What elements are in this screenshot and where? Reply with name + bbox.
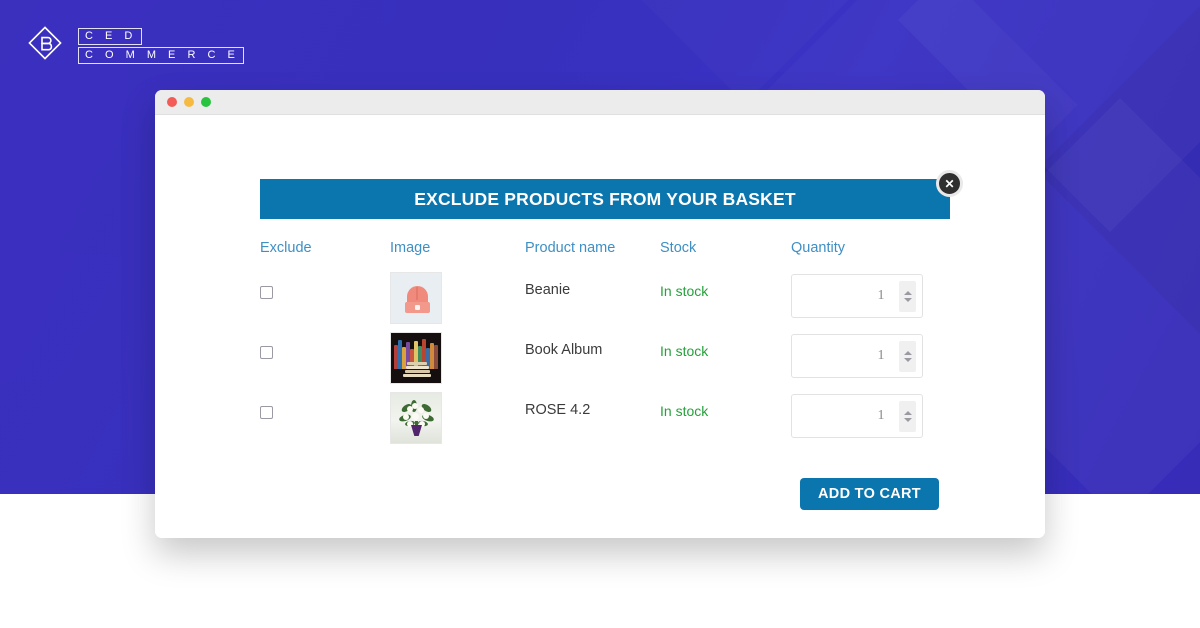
exclude-checkbox[interactable] xyxy=(260,346,273,359)
stock-status: In stock xyxy=(660,403,709,419)
quantity-stepper[interactable] xyxy=(791,274,986,318)
screenshot-stage: C E D C O M M E R C E EXCLUDE PRODUCTS F… xyxy=(0,0,1200,628)
chevron-down-icon[interactable] xyxy=(903,358,912,362)
table-row: Book Album In stock xyxy=(260,326,986,386)
products-table: Exclude Image Product name Stock Quantit… xyxy=(260,230,986,446)
table-row: Beanie In stock xyxy=(260,266,986,326)
stock-status: In stock xyxy=(660,343,709,359)
quantity-spinner[interactable] xyxy=(899,401,916,432)
modal-title: EXCLUDE PRODUCTS FROM YOUR BASKET xyxy=(414,188,796,209)
browser-titlebar xyxy=(155,90,1045,115)
close-dot[interactable] xyxy=(167,97,177,107)
chevron-up-icon[interactable] xyxy=(903,291,912,295)
quantity-stepper[interactable] xyxy=(791,334,986,378)
stock-status: In stock xyxy=(660,283,709,299)
ced-diamond-logo-icon xyxy=(28,26,68,66)
table-header-row: Exclude Image Product name Stock Quantit… xyxy=(260,230,950,266)
quantity-stepper[interactable] xyxy=(791,394,986,438)
column-header-product-name: Product name xyxy=(525,240,616,256)
close-icon[interactable]: ✕ xyxy=(936,170,963,197)
browser-window: EXCLUDE PRODUCTS FROM YOUR BASKET ✕ Excl… xyxy=(155,90,1045,538)
quantity-input[interactable] xyxy=(792,348,986,364)
chevron-down-icon[interactable] xyxy=(903,298,912,302)
product-thumbnail xyxy=(390,392,442,444)
cedcommerce-logo: C E D C O M M E R C E xyxy=(28,26,245,66)
quantity-spinner[interactable] xyxy=(899,341,916,372)
quantity-input[interactable] xyxy=(792,288,986,304)
minimize-dot[interactable] xyxy=(184,97,194,107)
quantity-spinner[interactable] xyxy=(899,281,916,312)
add-to-cart-button[interactable]: ADD TO CART xyxy=(800,478,939,510)
chevron-up-icon[interactable] xyxy=(903,351,912,355)
maximize-dot[interactable] xyxy=(201,97,211,107)
product-name: Beanie xyxy=(525,282,571,298)
column-header-exclude: Exclude xyxy=(260,240,312,256)
product-name: ROSE 4.2 xyxy=(525,402,591,418)
product-name: Book Album xyxy=(525,342,603,358)
chevron-down-icon[interactable] xyxy=(903,418,912,422)
quantity-input[interactable] xyxy=(792,408,986,424)
logo-line-2: C O M M E R C E xyxy=(78,47,245,64)
logo-wordmark: C E D C O M M E R C E xyxy=(78,28,245,64)
exclude-checkbox[interactable] xyxy=(260,286,273,299)
product-thumbnail xyxy=(390,272,442,324)
chevron-up-icon[interactable] xyxy=(903,411,912,415)
exclude-checkbox[interactable] xyxy=(260,406,273,419)
logo-line-1: C E D xyxy=(78,28,142,45)
column-header-quantity: Quantity xyxy=(791,240,845,256)
browser-viewport: EXCLUDE PRODUCTS FROM YOUR BASKET ✕ Excl… xyxy=(155,115,1045,538)
column-header-stock: Stock xyxy=(660,240,697,256)
product-thumbnail xyxy=(390,332,442,384)
modal-header-bar: EXCLUDE PRODUCTS FROM YOUR BASKET xyxy=(260,179,950,219)
column-header-image: Image xyxy=(390,240,431,256)
table-row: ROSE 4.2 In stock xyxy=(260,386,986,446)
